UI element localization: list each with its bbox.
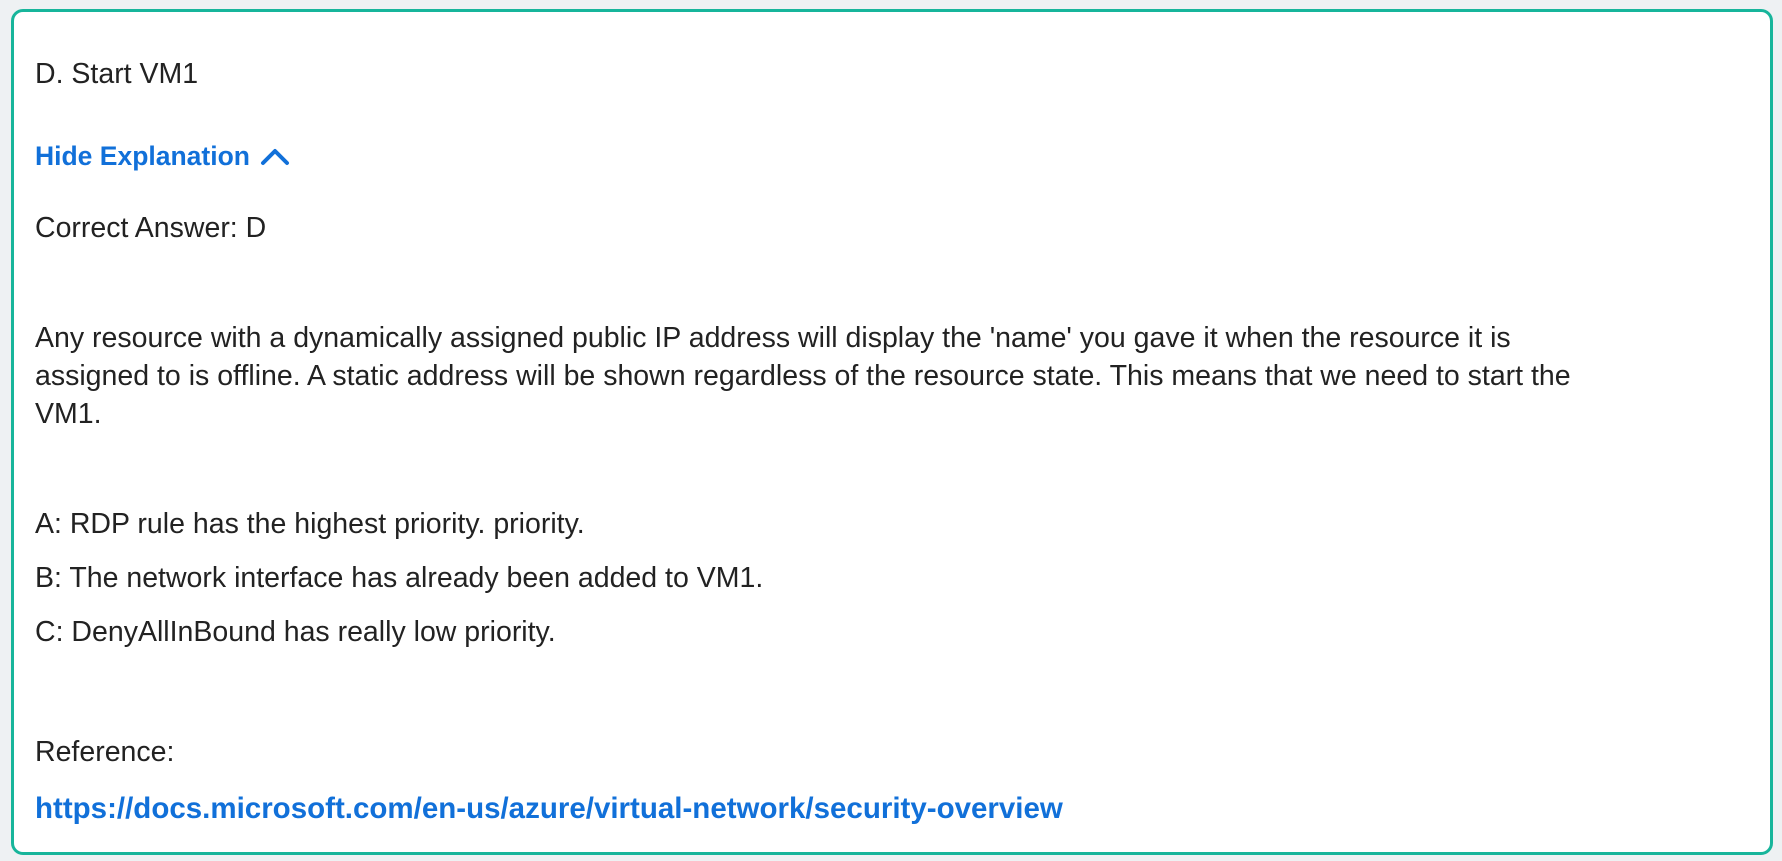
note-b: B: The network interface has already bee… [35,562,764,594]
note-c: C: DenyAllInBound has really low priorit… [35,616,556,648]
explanation-line: Any resource with a dynamically assigned… [35,322,1511,354]
hide-explanation-label: Hide Explanation [35,141,250,171]
reference-link[interactable]: https://docs.microsoft.com/en-us/azure/v… [35,789,1063,829]
explanation-paragraph: Any resource with a dynamically assigned… [35,319,1770,433]
reference-label: Reference: [35,736,175,768]
option-d-text: D. Start VM1 [35,58,199,90]
correct-answer-text: Correct Answer: D [35,212,267,244]
explanation-line: assigned to is offline. A static address… [35,360,1571,392]
hide-explanation-toggle[interactable]: Hide Explanation [35,137,290,175]
explanation-line: VM1. [35,398,102,430]
note-a: A: RDP rule has the highest priority. pr… [35,508,585,540]
explanation-panel: D. Start VM1 Hide Explanation Correct An… [11,9,1773,855]
chevron-up-icon [260,146,290,166]
